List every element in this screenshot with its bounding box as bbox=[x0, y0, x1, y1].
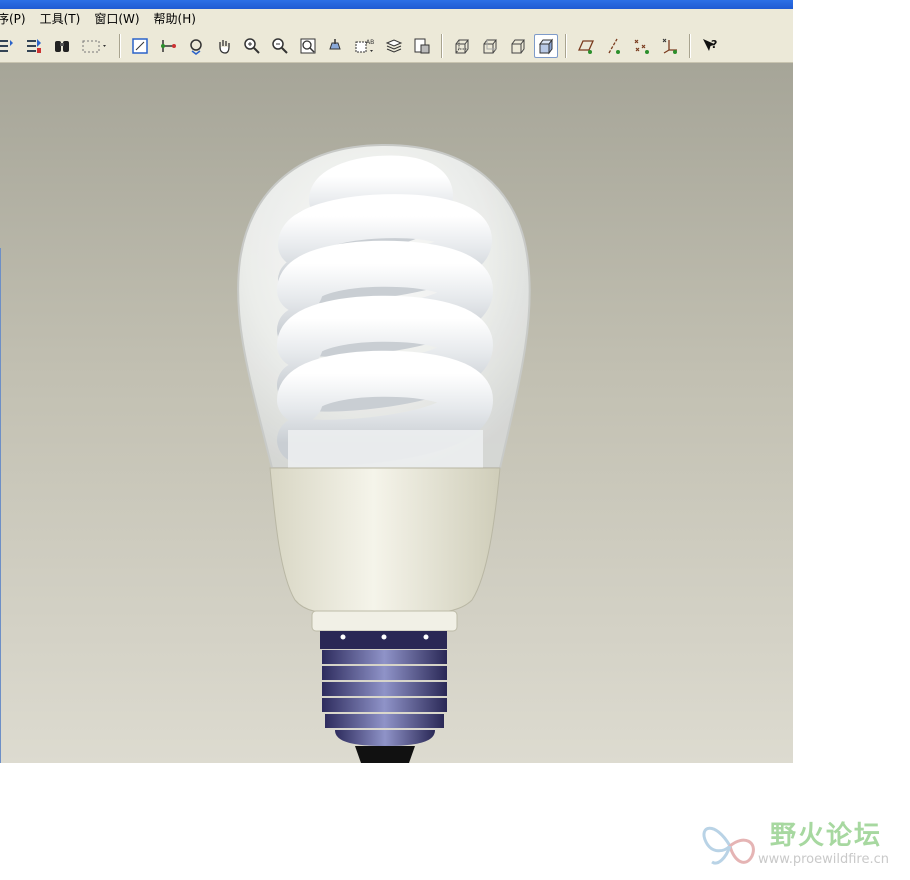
find-icon[interactable] bbox=[50, 34, 74, 58]
menu-help[interactable]: 帮助(H) bbox=[154, 9, 204, 30]
svg-text:?: ? bbox=[711, 38, 717, 51]
pan-icon[interactable] bbox=[212, 34, 236, 58]
menu-bar: 序(P) 工具(T) 窗口(W) 帮助(H) bbox=[0, 9, 793, 30]
shading-icon[interactable] bbox=[534, 34, 558, 58]
toolbar-separator bbox=[119, 34, 121, 58]
toolbar-separator bbox=[441, 34, 443, 58]
menu-applications[interactable]: 序(P) bbox=[0, 9, 34, 30]
named-view-icon[interactable] bbox=[324, 34, 348, 58]
context-help-icon[interactable]: ? bbox=[698, 34, 722, 58]
site-watermark: 野火论坛 www.proewildfire.cn bbox=[700, 810, 910, 880]
zoom-out-icon[interactable] bbox=[268, 34, 292, 58]
svg-text:AB: AB bbox=[366, 39, 374, 46]
butterfly-logo-icon bbox=[702, 826, 755, 865]
bulb-model bbox=[237, 143, 531, 763]
refit-icon[interactable] bbox=[296, 34, 320, 58]
regen-manager-icon[interactable] bbox=[22, 34, 46, 58]
toolbar-separator bbox=[689, 34, 691, 58]
orient-icon[interactable] bbox=[184, 34, 208, 58]
coord-sys-icon[interactable] bbox=[658, 34, 682, 58]
view-manager-icon[interactable]: AB bbox=[352, 34, 378, 58]
plastic-housing bbox=[269, 467, 501, 614]
menu-tools[interactable]: 工具(T) bbox=[40, 9, 89, 30]
spiral-tube bbox=[277, 155, 494, 468]
datum-point-icon[interactable] bbox=[630, 34, 654, 58]
no-hidden-icon[interactable] bbox=[506, 34, 530, 58]
pro-engineer-window: 序(P) 工具(T) 窗口(W) 帮助(H) AB ? bbox=[0, 0, 793, 763]
zoom-in-icon[interactable] bbox=[240, 34, 264, 58]
main-toolbar: AB ? bbox=[0, 30, 793, 63]
screw-base bbox=[320, 631, 447, 763]
spin-center-icon[interactable] bbox=[156, 34, 180, 58]
title-bar bbox=[0, 0, 793, 9]
hidden-line-icon[interactable] bbox=[478, 34, 502, 58]
datum-plane-icon[interactable] bbox=[574, 34, 598, 58]
regen-icon[interactable] bbox=[0, 34, 18, 58]
wireframe-icon[interactable] bbox=[450, 34, 474, 58]
saved-views-icon[interactable] bbox=[410, 34, 434, 58]
toolbar-separator bbox=[565, 34, 567, 58]
select-box-icon[interactable] bbox=[78, 34, 112, 58]
watermark-url: www.proewildfire.cn bbox=[758, 852, 889, 867]
menu-window[interactable]: 窗口(W) bbox=[94, 9, 147, 30]
graphics-viewport[interactable] bbox=[0, 63, 793, 763]
collar bbox=[311, 610, 458, 632]
watermark-title: 野火论坛 bbox=[770, 821, 883, 851]
sketch-view-icon[interactable] bbox=[128, 34, 152, 58]
layers-icon[interactable] bbox=[382, 34, 406, 58]
datum-axis-icon[interactable] bbox=[602, 34, 626, 58]
